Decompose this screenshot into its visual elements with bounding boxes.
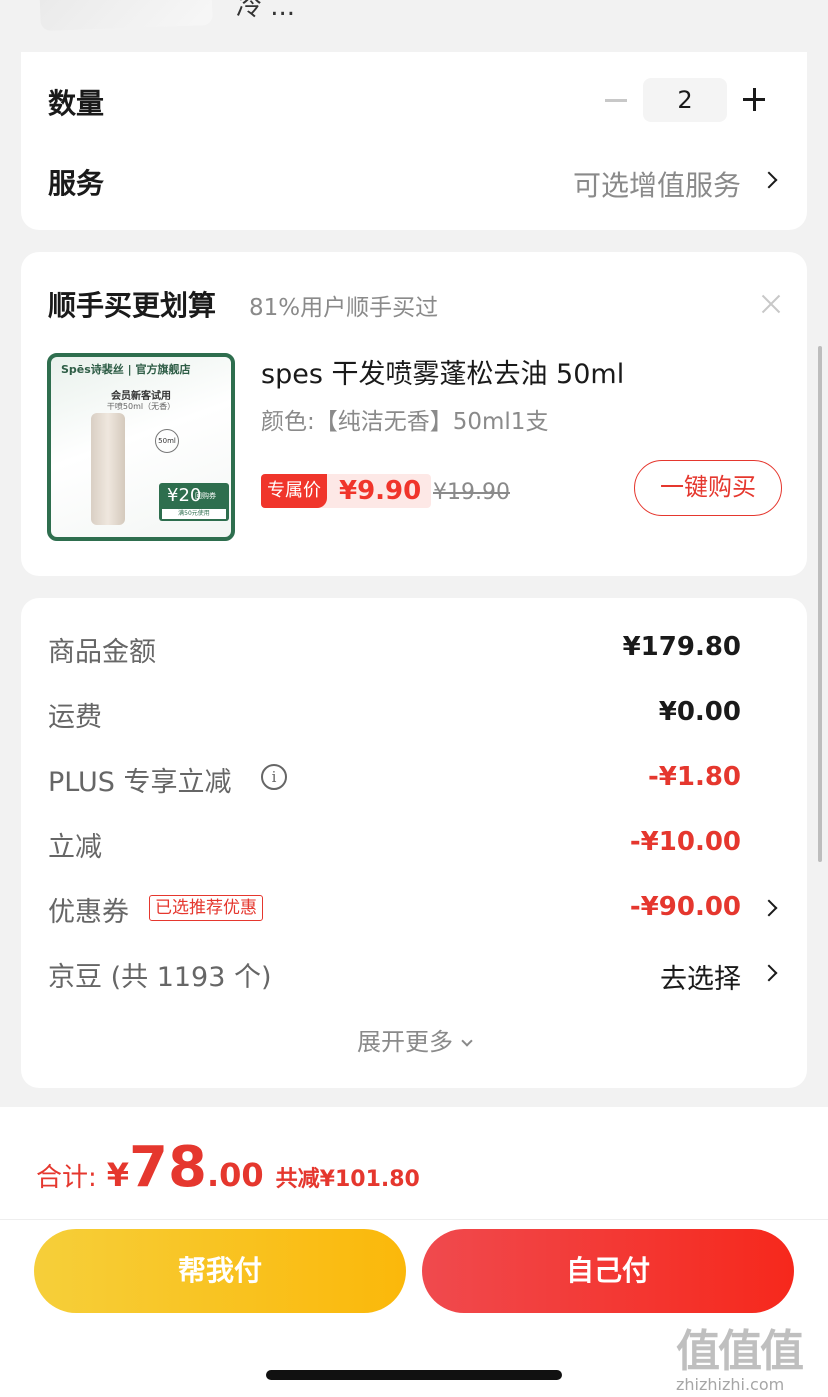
summary-label-instant-discount: 立减 bbox=[48, 832, 102, 863]
quantity-input[interactable]: 2 bbox=[643, 78, 727, 122]
summary-label-plus-discount: PLUS 专享立减 bbox=[48, 767, 232, 798]
chevron-right-icon[interactable] bbox=[760, 964, 778, 982]
previous-item-text: 冷 ... bbox=[236, 0, 296, 22]
product-bottle-graphic bbox=[91, 413, 125, 525]
summary-label-shipping: 运费 bbox=[48, 702, 102, 733]
product-image-brand: Spēs诗裴丝 | 官方旗舰店 bbox=[61, 363, 191, 376]
jingdou-select[interactable]: 去选择 bbox=[660, 957, 741, 996]
chevron-right-icon[interactable] bbox=[760, 899, 778, 917]
scrollbar[interactable] bbox=[818, 346, 822, 862]
upsell-subtitle: 81%用户顺手买过 bbox=[249, 295, 439, 321]
product-image-size-text: 干喷50ml（无香） bbox=[106, 402, 176, 411]
upsell-product-name[interactable]: spes 干发喷雾蓬松去油 50ml bbox=[261, 352, 624, 391]
price-summary-card: 商品金额 ¥179.80 运费 ¥0.00 PLUS 专享立减 i -¥1.80… bbox=[21, 598, 807, 1088]
total-decimal: .00 bbox=[206, 1156, 264, 1194]
product-image-coupon: ¥20 回购券 满50元使用 bbox=[159, 483, 229, 521]
summary-label-coupon: 优惠券 bbox=[48, 897, 129, 928]
divider bbox=[0, 1219, 828, 1220]
previous-item-peek: 冷 ... bbox=[0, 0, 828, 52]
one-click-buy-button[interactable]: 一键购买 bbox=[634, 460, 782, 516]
summary-value-coupon[interactable]: -¥90.00 bbox=[630, 892, 741, 922]
upsell-title: 顺手买更划算 bbox=[48, 289, 217, 322]
summary-label-jingdou: 京豆 (共 1193 个) bbox=[48, 962, 272, 993]
watermark-glyphs: 值值值 bbox=[676, 1326, 804, 1377]
order-options-card: 数量 2 服务 可选增值服务 bbox=[21, 52, 807, 230]
total-saved: 共减¥101.80 bbox=[275, 1167, 420, 1192]
total-label: 合计: bbox=[36, 1163, 97, 1193]
summary-value-shipping: ¥0.00 bbox=[658, 697, 741, 727]
help-me-pay-button[interactable]: 帮我付 bbox=[34, 1229, 406, 1313]
quantity-increase-button[interactable] bbox=[739, 82, 769, 118]
home-indicator[interactable] bbox=[266, 1370, 562, 1380]
service-label: 服务 bbox=[48, 167, 105, 200]
minus-icon bbox=[605, 98, 627, 102]
product-image-coupon-tag: 回购券 bbox=[195, 492, 216, 500]
original-price: ¥19.90 bbox=[433, 480, 510, 505]
summary-label-goods-amount: 商品金额 bbox=[48, 637, 156, 668]
total-row: 合计: ¥ 78 .00 共减¥101.80 bbox=[36, 1135, 420, 1200]
quantity-decrease-button[interactable] bbox=[601, 82, 631, 118]
chevron-right-icon[interactable] bbox=[760, 171, 778, 189]
exclusive-price: ¥9.90 bbox=[339, 476, 422, 506]
coupon-recommended-tag: 已选推荐优惠 bbox=[149, 895, 263, 921]
expand-more-label: 展开更多 bbox=[357, 1028, 453, 1056]
exclusive-price-badge: 专属价 bbox=[261, 474, 327, 508]
total-integer: 78 bbox=[129, 1135, 207, 1200]
product-image-coupon-condition: 满50元使用 bbox=[162, 509, 226, 519]
close-icon[interactable] bbox=[759, 292, 783, 316]
summary-value-plus-discount: -¥1.80 bbox=[647, 762, 741, 792]
service-selector[interactable]: 可选增值服务 bbox=[573, 164, 741, 204]
product-image-50ml-badge: 50ml bbox=[155, 429, 179, 453]
exclusive-price-tag: 专属价 ¥9.90 bbox=[261, 474, 432, 508]
upsell-card: 顺手买更划算 81%用户顺手买过 Spēs诗裴丝 | 官方旗舰店 会员新客试用 … bbox=[21, 252, 807, 576]
info-icon[interactable]: i bbox=[261, 764, 287, 790]
summary-value-instant-discount: -¥10.00 bbox=[629, 827, 741, 857]
previous-product-thumbnail bbox=[39, 0, 213, 31]
total-currency: ¥ bbox=[106, 1156, 130, 1194]
product-image-member-text: 会员新客试用 bbox=[111, 391, 171, 402]
checkout-bar: 合计: ¥ 78 .00 共减¥101.80 帮我付 自己付 值值值 zhizh… bbox=[0, 1107, 828, 1397]
upsell-product-spec: 颜色:【纯洁无香】50ml1支 bbox=[261, 409, 549, 435]
summary-value-goods-amount: ¥179.80 bbox=[622, 632, 741, 662]
pay-myself-button[interactable]: 自己付 bbox=[422, 1229, 794, 1313]
upsell-product-image[interactable]: Spēs诗裴丝 | 官方旗舰店 会员新客试用 干喷50ml（无香） 50ml ¥… bbox=[47, 353, 235, 541]
watermark: 值值值 zhizhizhi.com bbox=[676, 1315, 824, 1395]
chevron-down-icon bbox=[461, 1035, 473, 1047]
expand-more-button[interactable]: 展开更多 bbox=[21, 1022, 807, 1057]
quantity-label: 数量 bbox=[48, 87, 105, 120]
